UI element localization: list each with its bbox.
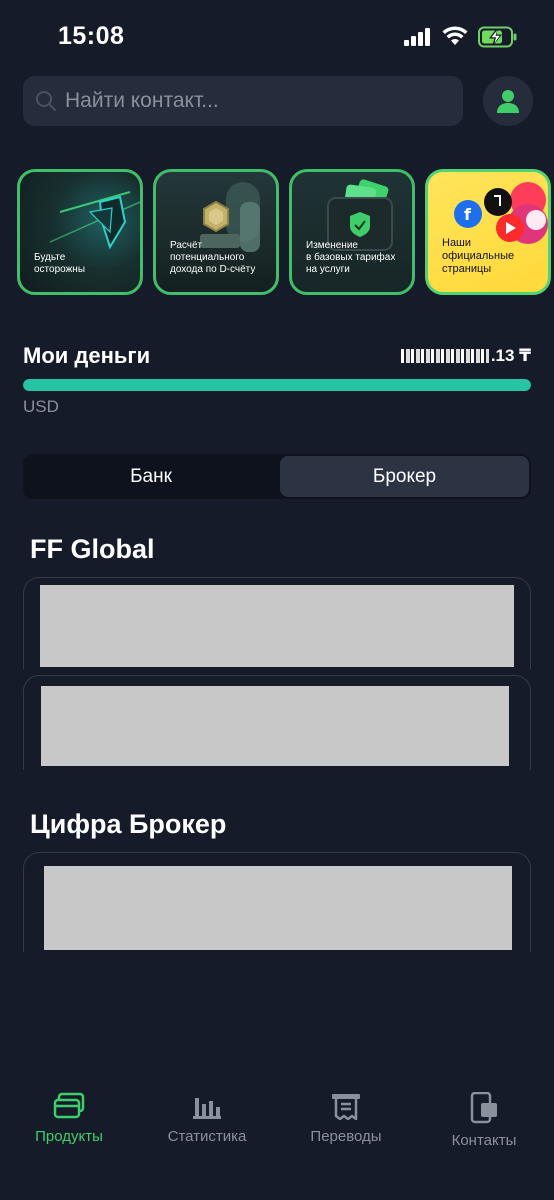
profile-button[interactable] — [483, 76, 533, 126]
story-label: Расчёт потенциального дохода по D-счёту — [170, 240, 256, 275]
status-time: 15:08 — [58, 22, 125, 50]
user-icon — [497, 90, 519, 113]
account-card[interactable] — [23, 852, 531, 952]
redacted-account-block — [40, 585, 514, 667]
redacted-account-block — [44, 866, 512, 950]
receipt-icon — [332, 1094, 360, 1120]
redacted-amount — [400, 349, 489, 363]
nav-item-products[interactable]: Продукты — [14, 1092, 124, 1145]
bar-chart-icon — [193, 1098, 221, 1119]
status-bar: 15:08 — [0, 0, 554, 70]
cards-icon — [53, 1092, 85, 1119]
story-card-tariffs[interactable]: Изменение в базовых тарифах на услуги — [289, 169, 415, 295]
tab-bank[interactable]: Банк — [25, 456, 277, 497]
story-label: Наши официальные страницы — [442, 237, 515, 275]
nav-item-statistics[interactable]: Статистика — [152, 1092, 262, 1145]
nav-label: Продукты — [35, 1128, 103, 1145]
section-title-cifra-broker: Цифра Брокер — [30, 809, 227, 839]
bottom-nav: Продукты Статистика Переводы Контакты — [0, 1080, 554, 1200]
search-box[interactable] — [23, 76, 463, 126]
account-card[interactable] — [23, 577, 531, 669]
redacted-account-block — [41, 686, 509, 766]
money-title: Мои деньги — [23, 343, 151, 368]
story-label: Изменение в базовых тарифах на услуги — [306, 240, 396, 275]
money-progress-bar — [23, 379, 531, 391]
search-icon — [36, 91, 56, 111]
bank-broker-switch[interactable]: Банк Брокер — [23, 454, 531, 499]
battery-charging-icon — [478, 26, 517, 48]
money-amount: .13 ₸ — [400, 346, 531, 366]
nav-label: Контакты — [451, 1132, 517, 1149]
search-input[interactable] — [65, 76, 455, 126]
story-card-caution[interactable]: Будьте осторожны — [17, 169, 143, 295]
wifi-icon — [442, 26, 468, 45]
tab-broker[interactable]: Брокер — [280, 456, 529, 497]
contacts-icon — [470, 1092, 497, 1124]
cellular-signal-icon — [404, 28, 430, 46]
story-card-social[interactable]: f Наши официальные страницы — [425, 169, 551, 295]
money-amount-suffix: .13 ₸ — [490, 346, 531, 365]
money-currency: USD — [23, 397, 59, 416]
nav-label: Статистика — [167, 1128, 247, 1145]
account-card[interactable] — [23, 675, 531, 770]
story-label: Будьте осторожны — [34, 252, 86, 275]
svg-text:f: f — [464, 205, 472, 224]
nav-item-contacts[interactable]: Контакты — [429, 1092, 539, 1149]
stories-carousel[interactable]: Будьте осторожны Расчёт потенциального д… — [17, 169, 554, 295]
nav-label: Переводы — [310, 1128, 382, 1145]
money-progress-fill — [23, 379, 531, 391]
nav-item-transfers[interactable]: Переводы — [291, 1092, 401, 1145]
social-media-icon: f — [454, 182, 548, 244]
section-title-ff-global: FF Global — [30, 534, 155, 564]
story-card-income-calc[interactable]: Расчёт потенциального дохода по D-счёту — [153, 169, 279, 295]
